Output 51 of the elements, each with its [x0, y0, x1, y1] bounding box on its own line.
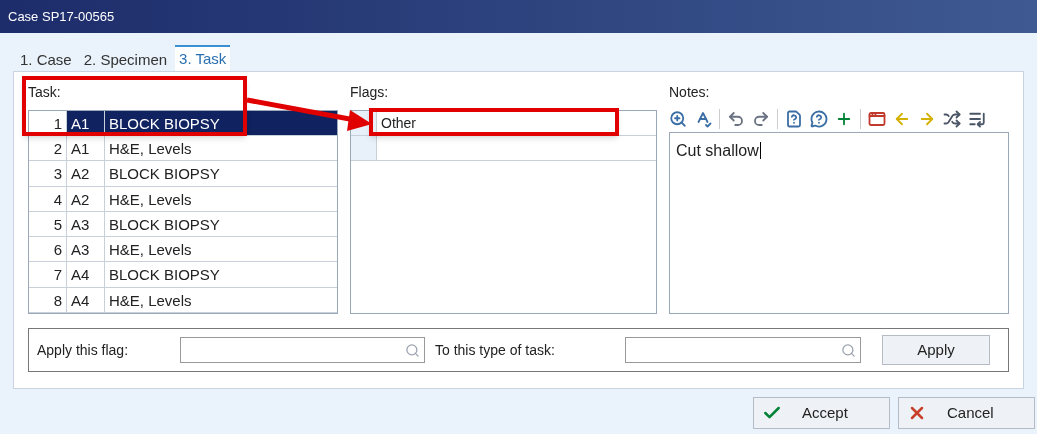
zoom-in-icon[interactable] — [669, 110, 687, 128]
table-cell: A2 — [67, 161, 105, 186]
search-icon — [405, 342, 420, 358]
notes-field[interactable]: Cut shallow — [669, 132, 1009, 314]
flags-label: Flags: — [350, 83, 390, 102]
undo-icon[interactable] — [727, 110, 745, 128]
table-cell: A3 — [67, 237, 105, 262]
table-cell: A4 — [67, 287, 105, 312]
table-cell-text: BLOCK BIOPSY — [108, 265, 220, 286]
table-cell-text: BLOCK BIOPSY — [108, 164, 220, 185]
accept-button[interactable]: Accept — [753, 397, 890, 429]
table-cell: A2 — [67, 186, 105, 211]
apply-button[interactable]: Apply — [882, 335, 990, 365]
redo-icon[interactable] — [752, 110, 770, 128]
task-row[interactable]: 7 A4 BLOCK BIOPSY — [29, 262, 337, 288]
tab[interactable]: 1. Case — [16, 49, 76, 71]
task-row[interactable]: 5 A3 BLOCK BIOPSY — [29, 211, 337, 238]
tab[interactable]: 2. Specimen — [79, 49, 172, 71]
table-cell: A1 — [67, 135, 105, 161]
tab[interactable]: 3. Task — [175, 45, 231, 71]
cancel-button[interactable]: Cancel — [898, 397, 1035, 429]
notes-label: Notes: — [669, 83, 711, 102]
apply-flag-label: Apply this flag: — [37, 340, 130, 360]
table-cell-text: H&E, Levels — [108, 138, 192, 159]
window-icon[interactable] — [868, 110, 886, 128]
flag-search-field[interactable] — [180, 337, 425, 363]
task-type-search-field[interactable] — [625, 337, 861, 363]
task-label: Task: — [28, 83, 62, 102]
table-cell-text: H&E, Levels — [108, 189, 192, 210]
window-title: Case SP17-00565 — [8, 7, 115, 26]
table-cell-text: BLOCK BIOPSY — [108, 113, 220, 134]
table-cell[interactable]: Other — [377, 111, 416, 135]
question-bubble-icon[interactable] — [810, 110, 828, 128]
list-arrow-icon[interactable] — [968, 110, 986, 128]
plus-icon[interactable] — [835, 110, 853, 128]
task-row[interactable]: 4 A2 H&E, Levels — [29, 186, 337, 212]
task-row[interactable]: 6 A3 H&E, Levels — [29, 237, 337, 263]
task-row[interactable]: 8 A4 H&E, Levels — [29, 287, 337, 313]
task-row[interactable]: 3 A2 BLOCK BIOPSY — [29, 161, 337, 187]
table-cell: A3 — [67, 211, 105, 237]
notes-text: Cut shallow — [676, 142, 761, 159]
table-cell-text: H&E, Levels — [108, 290, 192, 311]
task-row[interactable]: 2 A1 H&E, Levels — [29, 135, 337, 162]
shuffle-icon[interactable] — [943, 110, 961, 128]
task-type-label: To this type of task: — [435, 340, 556, 360]
table-cell: A1 — [67, 110, 105, 135]
table-cell-text: BLOCK BIOPSY — [108, 214, 220, 235]
search-icon — [841, 342, 856, 358]
help-icon[interactable] — [785, 110, 803, 128]
table-cell: A4 — [67, 262, 105, 287]
table-cell-text: H&E, Levels — [108, 240, 192, 261]
